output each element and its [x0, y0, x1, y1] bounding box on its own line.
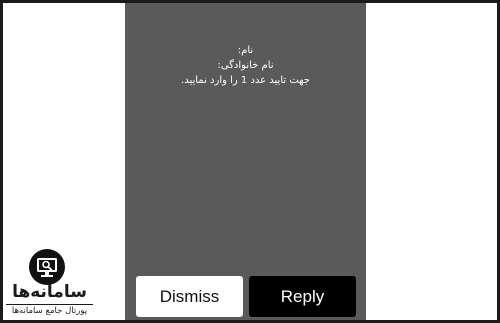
notification-screen: نام: نام خانوادگی: جهت تایید عدد 1 را وا… [125, 3, 366, 320]
watermark-logo: سامانه‌ها پورتال جامع سامانه‌ها [2, 248, 97, 320]
message-line-last-name: نام خانوادگی: [217, 60, 274, 71]
watermark-name: سامانه‌ها [12, 282, 87, 302]
notification-message: نام: نام خانوادگی: جهت تایید عدد 1 را وا… [125, 43, 366, 88]
message-line-first-name: نام: [237, 45, 254, 56]
watermark-tagline: پورتال جامع سامانه‌ها [11, 306, 88, 316]
message-line-instruction: جهت تایید عدد 1 را وارد نمایید. [181, 75, 310, 86]
dismiss-button[interactable]: Dismiss [136, 276, 243, 317]
monitor-search-icon [29, 249, 65, 285]
reply-button[interactable]: Reply [249, 276, 356, 317]
